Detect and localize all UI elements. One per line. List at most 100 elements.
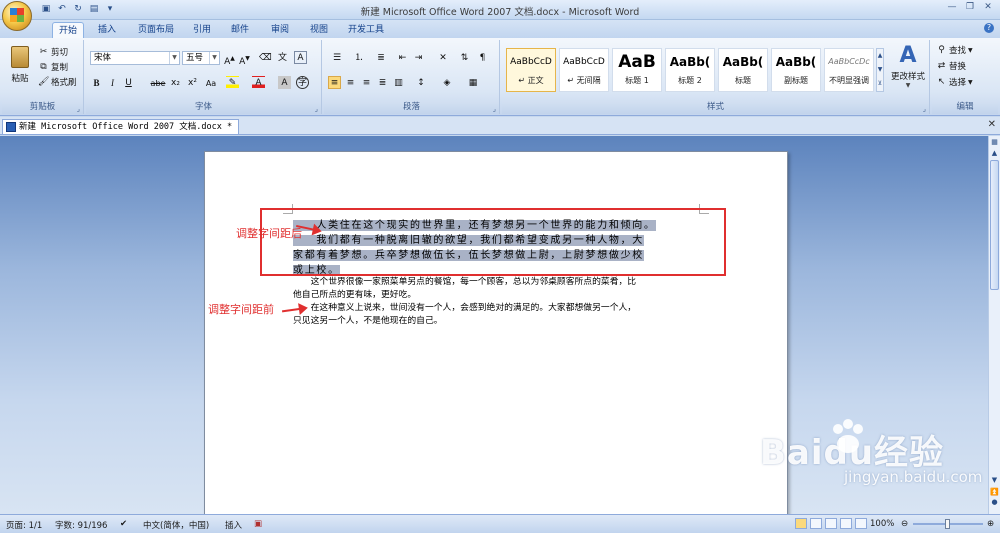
- line-spacing-icon[interactable]: ↕: [412, 76, 430, 89]
- style-subtitle[interactable]: AaBb(副标题: [771, 48, 821, 92]
- show-marks-icon[interactable]: ¶: [476, 51, 489, 64]
- shrink-font-icon[interactable]: A▼: [238, 51, 251, 67]
- prev-page-icon[interactable]: ⏫: [990, 488, 999, 498]
- zoom-out-icon[interactable]: ⊖: [901, 519, 908, 529]
- style-subtle-emphasis[interactable]: AaBbCcDc 不明显强调: [824, 48, 874, 92]
- style-no-spacing[interactable]: AaBbCcD ↵ 无间隔: [559, 48, 609, 92]
- subscript-button[interactable]: x₂: [169, 76, 182, 89]
- style-heading-2[interactable]: AaBb(标题 2: [665, 48, 715, 92]
- scroll-down-icon[interactable]: ▼: [990, 476, 999, 486]
- tab-mailings[interactable]: 邮件: [225, 22, 255, 38]
- view-draft-icon[interactable]: [855, 518, 867, 529]
- increase-indent-icon[interactable]: ⇥: [412, 51, 425, 64]
- close-icon[interactable]: ✕: [980, 2, 996, 16]
- borders-icon[interactable]: ▦: [464, 76, 482, 89]
- dialog-launcher-icon[interactable]: ⌟: [493, 103, 496, 116]
- scissors-icon: ✂: [39, 46, 48, 57]
- status-insert-mode[interactable]: 插入: [225, 519, 242, 531]
- dialog-launcher-icon[interactable]: ⌟: [77, 103, 80, 116]
- document-tab[interactable]: 新建 Microsoft Office Word 2007 文档.docx *: [2, 119, 240, 134]
- style-normal[interactable]: AaBbCcD ↵ 正文: [506, 48, 556, 92]
- tab-page-layout[interactable]: 页面布局: [132, 22, 180, 38]
- char-shading-icon[interactable]: A: [278, 76, 291, 89]
- find-button[interactable]: ⚲ 查找 ▼: [936, 44, 972, 57]
- select-button[interactable]: ↖ 选择 ▼: [936, 76, 973, 89]
- char-border-icon[interactable]: A: [294, 51, 307, 64]
- justify-icon[interactable]: ≣: [376, 76, 389, 89]
- tab-insert[interactable]: 插入: [92, 22, 122, 38]
- highlight-color-icon[interactable]: ✎: [226, 76, 239, 89]
- phonetic-guide-icon[interactable]: 文: [276, 51, 289, 64]
- strikethrough-button[interactable]: abe: [149, 76, 167, 89]
- status-words[interactable]: 字数: 91/196: [55, 519, 107, 531]
- macro-record-icon[interactable]: ▣: [254, 519, 262, 529]
- status-language[interactable]: 中文(简体，中国): [143, 519, 209, 531]
- align-right-icon[interactable]: ≡: [360, 76, 373, 89]
- view-outline-icon[interactable]: [840, 518, 852, 529]
- status-page[interactable]: 页面: 1/1: [6, 519, 42, 531]
- replace-icon: ⇄: [937, 60, 946, 71]
- shading-icon[interactable]: ◈: [438, 76, 456, 89]
- view-full-screen-icon[interactable]: [810, 518, 822, 529]
- tab-view[interactable]: 视图: [304, 22, 334, 38]
- replace-button[interactable]: ⇄ 替换: [936, 60, 966, 73]
- cut-button[interactable]: ✂ 剪切: [38, 46, 68, 59]
- document-page[interactable]: 人类住在这个现实的世界里，还有梦想另一个世界的能力和倾向。 我们都有一种脱离旧辙…: [204, 151, 788, 521]
- dialog-launcher-icon[interactable]: ⌟: [315, 103, 318, 116]
- font-size-combo[interactable]: 五号 ▼: [182, 51, 220, 65]
- change-styles-button[interactable]: A 更改样式 ▼: [888, 42, 928, 94]
- tab-developer[interactable]: 开发工具: [342, 22, 390, 38]
- tab-references[interactable]: 引用: [187, 22, 217, 38]
- numbering-icon[interactable]: ⒈: [350, 51, 368, 64]
- multilevel-list-icon[interactable]: ≣: [372, 51, 390, 64]
- superscript-button[interactable]: x²: [186, 76, 199, 89]
- annotation-before: 调整字间距前: [208, 303, 274, 316]
- font-color-icon[interactable]: A: [252, 76, 265, 89]
- office-button[interactable]: [2, 1, 32, 31]
- distribute-icon[interactable]: ▥: [392, 76, 405, 89]
- italic-button[interactable]: I: [106, 76, 119, 89]
- zoom-in-icon[interactable]: ⊕: [987, 519, 994, 529]
- font-name-combo[interactable]: 宋体 ▼: [90, 51, 180, 65]
- minimize-icon[interactable]: —: [944, 2, 960, 16]
- style-heading-1[interactable]: AaB 标题 1: [612, 48, 662, 92]
- clear-format-icon[interactable]: ⌫: [258, 51, 272, 64]
- help-icon[interactable]: ?: [984, 23, 994, 33]
- paragraph-original[interactable]: 这个世界很像一家照菜单另点的餐馆，每一个顾客，总以为邻桌顾客所点的菜肴，比 他自…: [293, 276, 697, 328]
- vertical-scrollbar[interactable]: ▦ ▲ ▼ ⏫ ●: [988, 136, 1000, 514]
- copy-button[interactable]: ⧉ 复制: [38, 61, 68, 74]
- align-center-icon[interactable]: ≡: [344, 76, 357, 89]
- grow-font-icon[interactable]: A▲: [223, 51, 236, 67]
- change-case-button[interactable]: Aa: [203, 76, 219, 89]
- style-gallery-scroll[interactable]: ▲ ▼ ⊻: [876, 48, 884, 92]
- underline-button[interactable]: U: [122, 76, 135, 89]
- select-browse-object-icon[interactable]: ●: [990, 498, 999, 508]
- scroll-up-icon[interactable]: ▲: [990, 149, 999, 159]
- bold-button[interactable]: B: [90, 76, 103, 89]
- status-zoom[interactable]: 100%: [870, 519, 894, 529]
- close-document-icon[interactable]: ✕: [988, 119, 996, 130]
- format-painter-button[interactable]: 🖌 格式刷: [38, 76, 77, 89]
- decrease-indent-icon[interactable]: ⇤: [396, 51, 409, 64]
- style-title[interactable]: AaBb(标题: [718, 48, 768, 92]
- bullets-icon[interactable]: ☰: [328, 51, 346, 64]
- maximize-icon[interactable]: ❐: [962, 2, 978, 16]
- view-print-layout-icon[interactable]: [795, 518, 807, 529]
- paste-button[interactable]: 粘贴: [6, 44, 34, 88]
- tab-home[interactable]: 开始: [52, 22, 85, 38]
- cursor-icon: ↖: [937, 76, 946, 87]
- align-left-icon[interactable]: ≡: [328, 76, 341, 89]
- ruler-toggle-icon[interactable]: ▦: [990, 138, 999, 148]
- binoculars-icon: ⚲: [938, 44, 945, 55]
- proofing-icon[interactable]: ✔: [120, 519, 127, 529]
- view-web-layout-icon[interactable]: [825, 518, 837, 529]
- chinese-layout-icon[interactable]: ✕: [434, 51, 452, 64]
- tab-review[interactable]: 审阅: [265, 22, 295, 38]
- zoom-slider[interactable]: [913, 519, 983, 529]
- dialog-launcher-icon[interactable]: ⌟: [923, 103, 926, 116]
- sort-icon[interactable]: ⇅: [458, 51, 471, 64]
- enclose-char-icon[interactable]: 字: [296, 76, 309, 89]
- scroll-thumb[interactable]: [990, 160, 999, 290]
- window-controls: — ❐ ✕: [944, 2, 996, 16]
- zoom-slider-knob[interactable]: [945, 519, 950, 529]
